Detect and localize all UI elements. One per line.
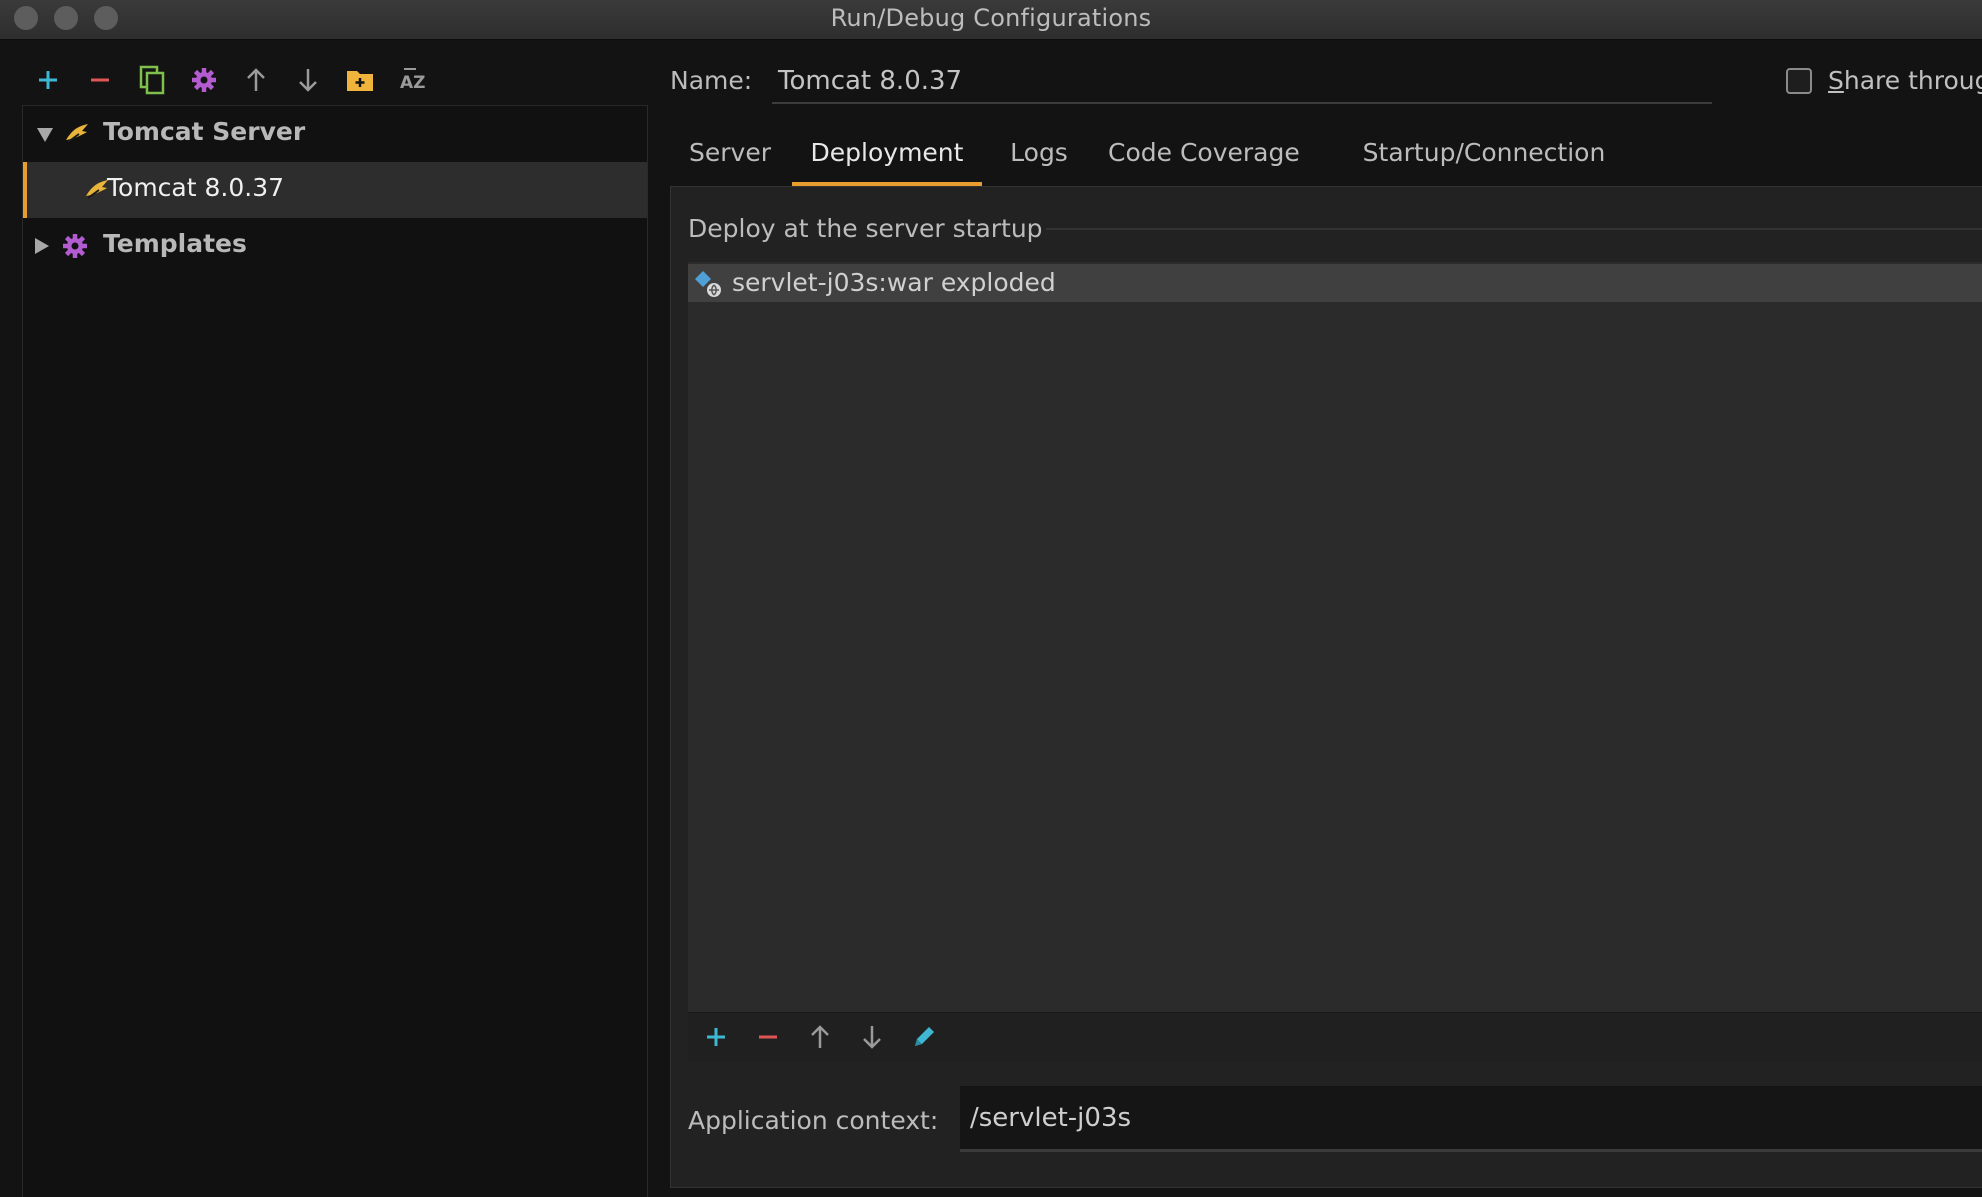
share-label[interactable]: Share throug: [1828, 66, 1982, 95]
edit-icon[interactable]: [904, 1017, 944, 1057]
configurations-tree: Tomcat Server Tomcat 8.0.37 Templates: [22, 105, 648, 1197]
tab-logs[interactable]: Logs: [990, 134, 1088, 186]
tab-deployment[interactable]: Deployment: [792, 134, 982, 186]
artifact-icon: [694, 270, 724, 304]
svg-text:AZ: AZ: [400, 73, 425, 93]
tomcat-icon: [63, 120, 91, 150]
application-context-input[interactable]: /servlet-j03s: [960, 1086, 1982, 1152]
name-input[interactable]: Tomcat 8.0.37: [772, 58, 1712, 104]
name-label: Name:: [670, 66, 753, 95]
tab-startup-connection[interactable]: Startup/Connection: [1324, 134, 1644, 186]
add-icon[interactable]: [696, 1017, 736, 1057]
share-label-text: hare throug: [1843, 66, 1982, 95]
application-context-label: Application context:: [688, 1106, 939, 1135]
section-divider: [1046, 228, 1982, 230]
tree-item-label: Tomcat 8.0.37: [107, 173, 285, 202]
settings-icon: [61, 232, 89, 264]
tree-item-tomcat-8-0-37[interactable]: Tomcat 8.0.37: [23, 162, 647, 218]
share-label-mnemonic: S: [1828, 66, 1844, 95]
new-folder-icon[interactable]: [340, 60, 380, 100]
deployment-list[interactable]: [688, 262, 1982, 1012]
expand-arrow-icon[interactable]: [37, 128, 53, 142]
move-down-icon[interactable]: [288, 60, 328, 100]
sort-alpha-icon[interactable]: AZ: [392, 60, 432, 100]
remove-icon[interactable]: [748, 1017, 788, 1057]
expand-arrow-icon[interactable]: [35, 238, 49, 254]
tree-item-label: Templates: [103, 229, 247, 258]
move-up-icon[interactable]: [236, 60, 276, 100]
title-bar: Run/Debug Configurations: [0, 0, 1982, 40]
section-title: Deploy at the server startup: [688, 214, 1043, 243]
window-title: Run/Debug Configurations: [830, 4, 1152, 32]
move-up-icon[interactable]: [800, 1017, 840, 1057]
deployment-toolbar: [688, 1012, 1982, 1061]
tree-item-templates[interactable]: Templates: [23, 218, 647, 274]
remove-icon[interactable]: [80, 60, 120, 100]
tree-item-tomcat-server[interactable]: Tomcat Server: [23, 106, 647, 162]
settings-icon[interactable]: [184, 60, 224, 100]
copy-icon[interactable]: [132, 60, 172, 100]
move-down-icon[interactable]: [852, 1017, 892, 1057]
tab-server[interactable]: Server: [672, 134, 788, 186]
share-checkbox[interactable]: [1786, 68, 1812, 94]
add-icon[interactable]: [28, 60, 68, 100]
list-item[interactable]: servlet-j03s:war exploded: [688, 264, 1982, 302]
tree-item-label: Tomcat Server: [103, 117, 306, 146]
list-item-label: servlet-j03s:war exploded: [732, 268, 1056, 297]
